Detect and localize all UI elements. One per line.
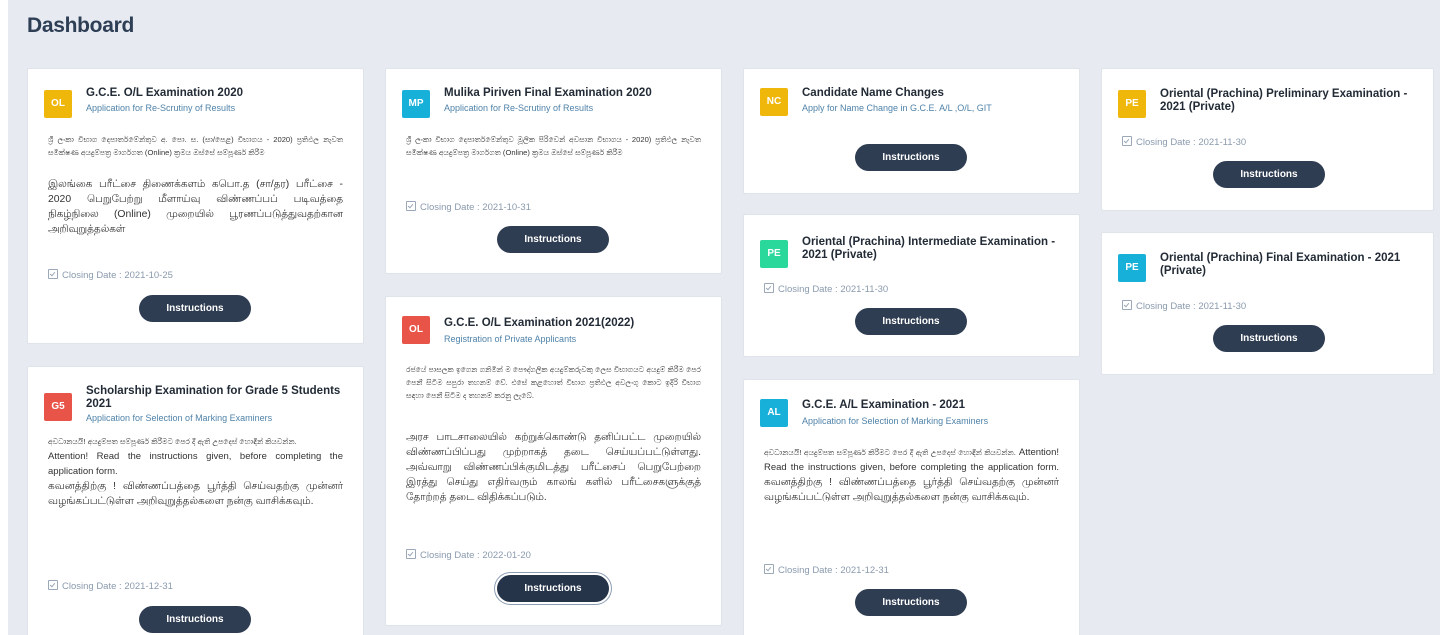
description-sinhala: ශ්‍රී ලංකා විභාග දෙපාර්තමේන්තුව මූලික පි… [406,135,701,157]
card-oriental-final: PE Oriental (Prachina) Final Examination… [1101,232,1434,375]
card-title: Candidate Name Changes [802,87,944,99]
closing-date-value: 2021-11-30 [840,284,889,295]
description-tamil: கவனத்திற்கு ! விண்ணப்பத்தை பூர்த்தி செய்… [48,481,343,507]
card-subtitle: Registration of Private Applicants [444,334,577,344]
closing-date-value: 2021-12-31 [124,581,173,592]
description-tamil: இலங்கை பரீட்சை திணைக்களம் கபொ.த (சா/தர) … [48,179,343,235]
card-oriental-preliminary: PE Oriental (Prachina) Preliminary Exami… [1101,68,1434,211]
badge-pe: PE [1118,90,1146,118]
description-sinhala: ශ්‍රී ලංකා විභාග දෙපාර්තමේන්තුව අ. පො. ස… [48,135,343,157]
closing-date: Closing Date : 2021-11-30 [1122,299,1246,312]
card-title: Mulika Piriven Final Examination 2020 [444,87,652,99]
badge-g5: G5 [44,393,72,421]
closing-date-prefix: Closing Date : [420,202,483,213]
closing-date: Closing Date : 2021-12-31 [764,563,889,576]
instructions-button[interactable]: Instructions [139,606,251,633]
card-name-changes: NC Candidate Name Changes Apply for Name… [743,68,1080,194]
card-title: G.C.E. A/L Examination - 2021 [802,399,965,411]
instructions-button[interactable]: Instructions [855,589,967,616]
closing-date-prefix: Closing Date : [1136,301,1199,312]
badge-ol: OL [44,90,72,118]
closing-date: Closing Date : 2021-10-31 [406,200,531,213]
badge-nc: NC [760,88,788,116]
card-subtitle: Application for Re-Scrutiny of Results [86,103,236,113]
closing-date-value: 2021-10-25 [124,270,173,281]
description-english: Attention! Read the instructions given, … [48,451,343,477]
closing-date-prefix: Closing Date : [778,284,841,295]
closing-date: Closing Date : 2022-01-20 [406,548,531,561]
instructions-button[interactable]: Instructions [1213,325,1325,352]
badge-al: AL [760,399,788,427]
instructions-button[interactable]: Instructions [139,295,251,322]
instructions-button[interactable]: Instructions [855,144,967,171]
calendar-check-icon [1122,136,1132,146]
closing-date-prefix: Closing Date : [1136,137,1199,148]
card-title: Oriental (Prachina) Preliminary Examinat… [1160,88,1408,113]
closing-date-value: 2021-11-30 [1198,301,1247,312]
calendar-check-icon [1122,300,1132,310]
card-title: G.C.E. O/L Examination 2021(2022) [444,317,635,329]
card-title: Scholarship Examination for Grade 5 Stud… [86,385,341,410]
closing-date: Closing Date : 2021-12-31 [48,579,173,592]
calendar-check-icon [764,564,774,574]
description-sinhala: අවධානයයි! අයදුම්පත සම්පූර්ණ කිරීමට පෙර ද… [48,437,297,446]
description-tamil: கவனத்திற்கு ! விண்ணப்பத்தை பூர்த்தி செய்… [764,477,1059,503]
instructions-button[interactable]: Instructions [497,575,609,602]
card-subtitle: Application for Selection of Marking Exa… [86,413,273,423]
closing-date: Closing Date : 2021-11-30 [1122,135,1246,148]
description-sinhala: රජයේ පාසලක ඉගෙන ගනිමින් ම පෞද්ගලික අයදුම… [406,365,701,400]
badge-mp: MP [402,90,430,118]
description: අවධානයයි! අයදුම්පත සම්පූර්ණ කිරීමට පෙර ද… [48,434,343,509]
card-subtitle: Application for Selection of Marking Exa… [802,416,989,426]
badge-pe: PE [760,240,788,268]
instructions-button[interactable]: Instructions [1213,161,1325,188]
card-title: Oriental (Prachina) Final Examination - … [1160,252,1401,277]
card-title: G.C.E. O/L Examination 2020 [86,87,244,99]
dashboard-page: Dashboard OL G.C.E. O/L Examination 2020… [8,0,1440,635]
badge-pe: PE [1118,254,1146,282]
closing-date-value: 2022-01-20 [482,550,531,561]
instructions-button[interactable]: Instructions [497,226,609,253]
closing-date-prefix: Closing Date : [62,581,125,592]
closing-date-value: 2021-12-31 [840,565,889,576]
calendar-check-icon [406,549,416,559]
calendar-check-icon [764,283,774,293]
card-oriental-intermediate: PE Oriental (Prachina) Intermediate Exam… [743,214,1080,357]
card-ol-2021: OL G.C.E. O/L Examination 2021(2022) Reg… [385,296,722,626]
card-subtitle: Application for Re-Scrutiny of Results [444,103,594,113]
closing-date: Closing Date : 2021-11-30 [764,282,888,295]
description-sinhala: අවධානයයි! අයදුම්පත සම්පූර්ණ කිරීමට පෙර ද… [764,448,1016,457]
card-mulika-piriven-2020: MP Mulika Piriven Final Examination 2020… [385,68,722,274]
closing-date-value: 2021-10-31 [482,202,531,213]
closing-date-prefix: Closing Date : [778,565,841,576]
card-title: Oriental (Prachina) Intermediate Examina… [802,236,1056,261]
calendar-check-icon [48,580,58,590]
card-al-2021: AL G.C.E. A/L Examination - 2021 Applica… [743,379,1080,635]
page-title: Dashboard [27,14,134,37]
closing-date-prefix: Closing Date : [420,550,483,561]
closing-date-prefix: Closing Date : [62,270,125,281]
card-subtitle: Apply for Name Change in G.C.E. A/L ,O/L… [802,103,992,113]
calendar-check-icon [48,269,58,279]
closing-date-value: 2021-11-30 [1198,137,1247,148]
closing-date: Closing Date : 2021-10-25 [48,268,173,281]
badge-ol: OL [402,316,430,344]
description: අවධානයයි! අයදුම්පත සම්පූර්ණ කිරීමට පෙර ද… [764,445,1059,505]
card-grade5-scholarship: G5 Scholarship Examination for Grade 5 S… [27,366,364,635]
description-tamil: அரச பாடசாலையில் கற்றுக்கொண்டு தனிப்பட்ட … [406,432,701,503]
card-ol-2020: OL G.C.E. O/L Examination 2020 Applicati… [27,68,364,344]
instructions-button[interactable]: Instructions [855,308,967,335]
calendar-check-icon [406,201,416,211]
